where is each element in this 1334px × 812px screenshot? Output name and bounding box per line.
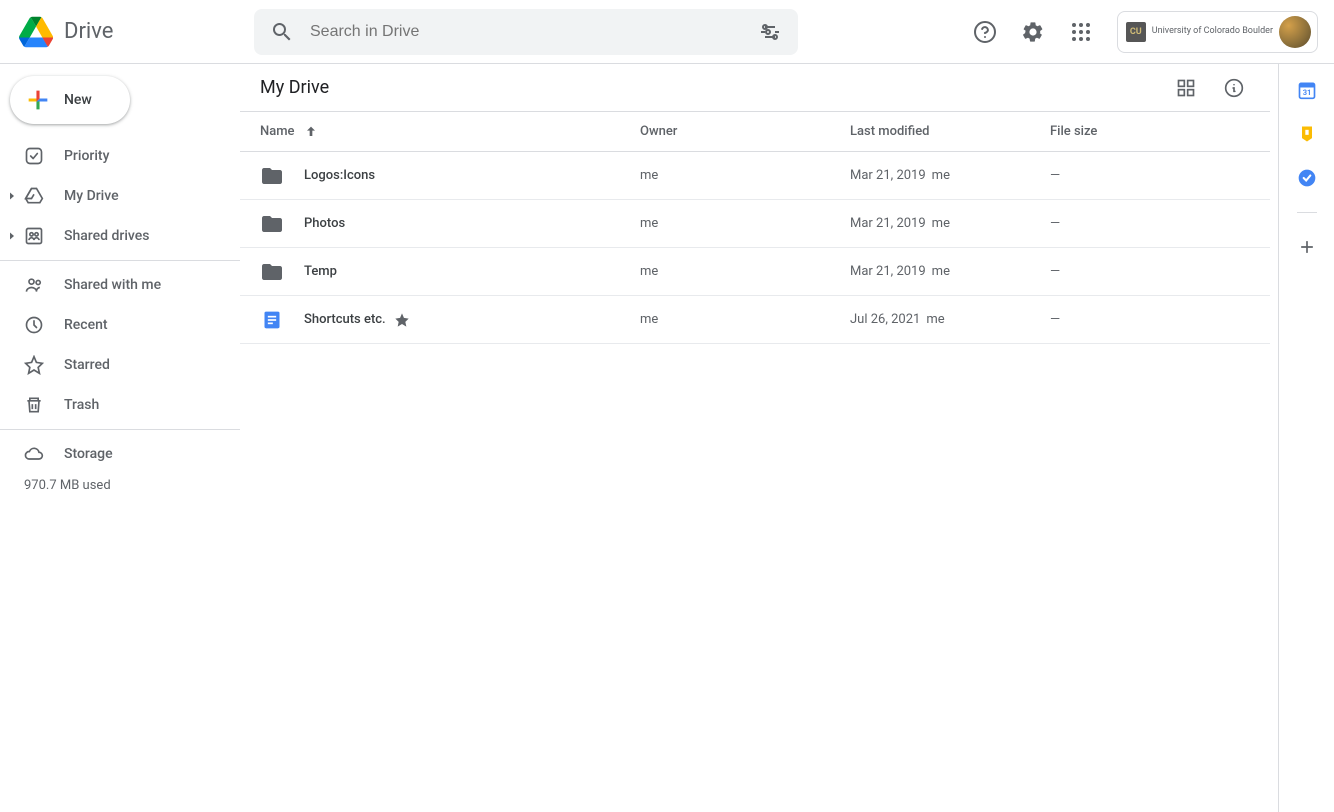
sidebar-item-priority[interactable]: Priority (0, 136, 224, 176)
avatar (1279, 16, 1311, 48)
column-modified[interactable]: Last modified (850, 124, 1050, 139)
sidebar-item-recent[interactable]: Recent (0, 305, 224, 345)
star-icon (394, 312, 410, 328)
file-name: Temp (304, 264, 337, 279)
file-size: — (1050, 312, 1270, 327)
file-modified: Mar 21, 2019me (850, 216, 1050, 231)
search-options-icon[interactable] (750, 12, 790, 52)
apps-icon[interactable] (1061, 12, 1101, 52)
table-row[interactable]: Shortcuts etc. meJul 26, 2021me— (240, 296, 1270, 344)
sidebar-item-storage[interactable]: Storage (0, 434, 224, 474)
file-size: — (1050, 216, 1270, 231)
file-modified: Jul 26, 2021me (850, 312, 1050, 327)
file-owner: me (640, 312, 850, 327)
file-size: — (1050, 168, 1270, 183)
sidebar-item-label: Trash (64, 397, 99, 413)
doc-icon (260, 308, 284, 332)
calendar-icon[interactable]: 31 (1297, 80, 1317, 100)
file-modified: Mar 21, 2019me (850, 264, 1050, 279)
sidebar-item-trash[interactable]: Trash (0, 385, 224, 425)
org-logo-icon: CU (1126, 22, 1146, 42)
side-panel: 31 (1278, 64, 1334, 812)
folder-icon (260, 164, 284, 188)
tasks-icon[interactable] (1297, 168, 1317, 188)
sidebar-item-label: Shared with me (64, 277, 161, 293)
sidebar-item-label: Storage (64, 446, 113, 462)
table-row[interactable]: Logos:Icons meMar 21, 2019me— (240, 152, 1270, 200)
sidebar-item-starred[interactable]: Starred (0, 345, 224, 385)
svg-text:31: 31 (1302, 88, 1311, 97)
support-icon[interactable] (965, 12, 1005, 52)
file-modified: Mar 21, 2019me (850, 168, 1050, 183)
chevron-right-icon[interactable] (4, 188, 20, 204)
keep-icon[interactable] (1297, 124, 1317, 144)
search-bar[interactable] (254, 9, 798, 55)
chevron-right-icon[interactable] (4, 228, 20, 244)
sidebar: New Priority My Drive Shared drives Shar… (0, 64, 240, 812)
cloud-icon (24, 444, 44, 464)
shared-icon (24, 275, 44, 295)
starred-icon (24, 355, 44, 375)
sidebar-item-mydrive[interactable]: My Drive (0, 176, 224, 216)
settings-icon[interactable] (1013, 12, 1053, 52)
drive-logo-icon (16, 12, 56, 52)
header-actions: CU University of Colorado Boulder (965, 11, 1318, 53)
product-name: Drive (64, 19, 113, 44)
sidebar-item-shareddrives[interactable]: Shared drives (0, 216, 224, 256)
file-name: Photos (304, 216, 345, 231)
sidebar-item-label: Recent (64, 317, 108, 333)
details-icon[interactable] (1214, 68, 1254, 108)
folder-icon (260, 260, 284, 284)
sidebar-item-label: Priority (64, 148, 109, 164)
search-icon[interactable] (262, 12, 302, 52)
mydrive-icon (24, 186, 44, 206)
column-size[interactable]: File size (1050, 124, 1270, 139)
drive-logo-home[interactable]: Drive (16, 12, 254, 52)
add-addon-icon[interactable] (1297, 237, 1317, 257)
table-header: Name Owner Last modified File size (240, 112, 1270, 152)
new-button-label: New (64, 92, 92, 108)
storage-used-text: 970.7 MB used (0, 474, 240, 493)
folder-icon (260, 212, 284, 236)
file-name: Shortcuts etc. (304, 312, 410, 328)
org-name: University of Colorado Boulder (1152, 27, 1273, 37)
file-size: — (1050, 264, 1270, 279)
plus-icon (24, 86, 52, 114)
header-bar: Drive CU University of Colorado Boulder (0, 0, 1334, 64)
trash-icon (24, 395, 44, 415)
shareddrives-icon (24, 226, 44, 246)
recent-icon (24, 315, 44, 335)
file-owner: me (640, 216, 850, 231)
new-button[interactable]: New (10, 76, 130, 124)
file-area: My Drive Name Owner Last modified File s… (240, 64, 1278, 812)
sidebar-item-sharedwithme[interactable]: Shared with me (0, 265, 224, 305)
grid-view-icon[interactable] (1166, 68, 1206, 108)
table-row[interactable]: Temp meMar 21, 2019me— (240, 248, 1270, 296)
column-owner[interactable]: Owner (640, 124, 850, 139)
sort-asc-icon (303, 124, 319, 140)
search-input[interactable] (302, 23, 750, 41)
sidebar-item-label: Shared drives (64, 228, 149, 244)
sidebar-item-label: My Drive (64, 188, 119, 204)
file-owner: me (640, 264, 850, 279)
column-name[interactable]: Name (260, 124, 640, 140)
account-switcher[interactable]: CU University of Colorado Boulder (1117, 11, 1318, 53)
priority-icon (24, 146, 44, 166)
breadcrumb[interactable]: My Drive (252, 73, 337, 102)
table-row[interactable]: Photos meMar 21, 2019me— (240, 200, 1270, 248)
sidebar-item-label: Starred (64, 357, 110, 373)
file-name: Logos:Icons (304, 168, 375, 183)
file-owner: me (640, 168, 850, 183)
